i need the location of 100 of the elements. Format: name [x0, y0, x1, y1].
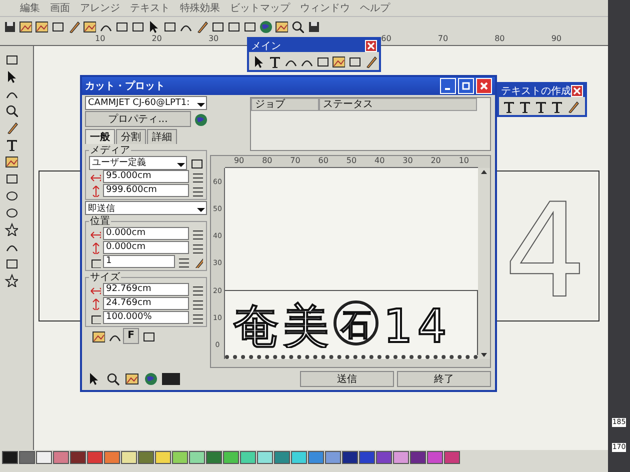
color-swatch[interactable] — [325, 450, 341, 464]
column-header[interactable]: ジョブ — [251, 98, 319, 111]
font-button[interactable]: F — [123, 328, 139, 344]
tab[interactable]: 一般 — [85, 129, 115, 144]
toolbar-icon[interactable] — [82, 18, 96, 32]
input-field[interactable]: 95.000cm — [103, 170, 189, 183]
group-label: メディア — [89, 145, 131, 156]
text-icon[interactable] — [517, 99, 531, 113]
ruler-label: 80 — [262, 156, 272, 167]
toolbar-icon[interactable] — [290, 18, 304, 32]
outline-glyph: 4 — [417, 298, 447, 348]
color-swatch[interactable] — [223, 450, 239, 464]
minimize-button[interactable] — [440, 78, 456, 94]
color-swatch[interactable] — [155, 450, 171, 464]
color-swatch[interactable] — [274, 450, 290, 464]
color-swatch[interactable] — [240, 450, 256, 464]
menu-item[interactable]: アレンジ — [80, 1, 120, 15]
toolbar-icon[interactable] — [34, 18, 48, 32]
spinner-icon[interactable] — [191, 242, 203, 254]
close-button[interactable] — [476, 78, 492, 94]
outline-glyph: 奄 — [233, 298, 279, 348]
scroll-down-icon[interactable] — [480, 351, 488, 359]
ruler-label: 60 — [381, 34, 392, 45]
text-icon[interactable] — [501, 99, 515, 113]
outline-glyph: 1 — [383, 298, 413, 348]
color-swatch[interactable] — [87, 450, 103, 464]
properties-button[interactable]: プロパティ... — [85, 110, 191, 126]
color-swatch[interactable] — [53, 450, 69, 464]
text-icon[interactable] — [267, 54, 281, 68]
toolbar-icon[interactable] — [258, 18, 272, 32]
text-icon[interactable] — [549, 99, 563, 113]
input-field[interactable]: 0.000cm — [103, 241, 189, 254]
dropdown[interactable]: ユーザー定義 — [89, 156, 187, 170]
star-icon[interactable] — [4, 273, 18, 287]
spinner-icon[interactable] — [191, 170, 203, 182]
spinner-icon[interactable] — [191, 284, 203, 296]
ruler-label: 40 — [374, 156, 385, 167]
color-swatch[interactable] — [172, 450, 188, 464]
color-swatch[interactable] — [257, 450, 273, 464]
color-swatch[interactable] — [376, 450, 392, 464]
dropdown[interactable]: CAMMJET CJ-60@LPT1: — [85, 96, 207, 110]
ruler-label: 10 — [95, 34, 106, 45]
menu-item[interactable]: テキスト — [130, 1, 170, 15]
ruler-label: 20 — [152, 34, 163, 45]
star-icon[interactable] — [4, 222, 18, 236]
text-icon[interactable] — [533, 99, 547, 113]
tab[interactable]: 分割 — [116, 129, 146, 144]
input-field[interactable]: 999.600cm — [103, 184, 189, 197]
menu-item[interactable]: ウィンドウ — [300, 1, 350, 15]
color-swatch[interactable] — [36, 450, 52, 464]
spinner-icon[interactable] — [191, 298, 203, 310]
menu-item[interactable]: 特殊効果 — [180, 1, 220, 15]
input-field[interactable]: 24.769cm — [103, 297, 189, 310]
input-field[interactable]: 1 — [103, 255, 175, 268]
globe-icon[interactable] — [193, 112, 207, 126]
spinner-icon[interactable] — [191, 312, 203, 324]
toolbar-icon[interactable] — [18, 18, 32, 32]
dropdown[interactable]: 即送信 — [85, 201, 207, 215]
ruler-label: 30 — [402, 156, 413, 167]
menu-item[interactable]: 編集 — [20, 1, 40, 15]
color-swatch[interactable] — [19, 450, 35, 464]
close-button[interactable] — [365, 40, 377, 52]
close-button[interactable] — [571, 84, 583, 96]
color-swatch[interactable] — [393, 450, 409, 464]
group-label: サイズ — [89, 272, 121, 283]
color-swatch[interactable] — [359, 450, 375, 464]
tool-icon[interactable] — [91, 328, 105, 342]
tab[interactable]: 詳細 — [147, 129, 177, 144]
color-swatch[interactable] — [70, 450, 86, 464]
menu-item[interactable]: ビットマップ — [230, 1, 290, 15]
color-swatch[interactable] — [308, 450, 324, 464]
color-swatch[interactable] — [410, 450, 426, 464]
image-icon[interactable] — [331, 54, 345, 68]
menu-item[interactable]: ヘルプ — [360, 1, 390, 15]
spinner-icon[interactable] — [177, 256, 189, 268]
input-field[interactable]: 0.000cm — [103, 227, 189, 240]
color-swatch[interactable] — [444, 450, 460, 464]
color-swatch[interactable] — [189, 450, 205, 464]
dialog-button[interactable]: 送信 — [300, 371, 394, 387]
ruler-label: 20 — [430, 156, 441, 167]
dialog-button[interactable]: 終了 — [397, 371, 491, 387]
color-swatch[interactable] — [427, 450, 443, 464]
input-field[interactable]: 100.000% — [103, 311, 189, 324]
color-swatch[interactable] — [342, 450, 358, 464]
text-icon[interactable] — [4, 137, 18, 151]
menu-item[interactable]: 画面 — [50, 1, 70, 15]
image-icon[interactable] — [4, 154, 18, 168]
color-swatch[interactable] — [121, 450, 137, 464]
spinner-icon[interactable] — [191, 228, 203, 240]
maximize-button[interactable] — [458, 78, 474, 94]
spinner-icon[interactable] — [191, 184, 203, 196]
color-swatch[interactable] — [2, 450, 18, 464]
toolbar-icon[interactable] — [274, 18, 288, 32]
scroll-up-icon[interactable] — [480, 168, 488, 176]
color-swatch[interactable] — [291, 450, 307, 464]
color-swatch[interactable] — [206, 450, 222, 464]
color-swatch[interactable] — [138, 450, 154, 464]
color-swatch[interactable] — [104, 450, 120, 464]
input-field[interactable]: 92.769cm — [103, 283, 189, 296]
column-header[interactable]: ステータス — [319, 98, 477, 111]
